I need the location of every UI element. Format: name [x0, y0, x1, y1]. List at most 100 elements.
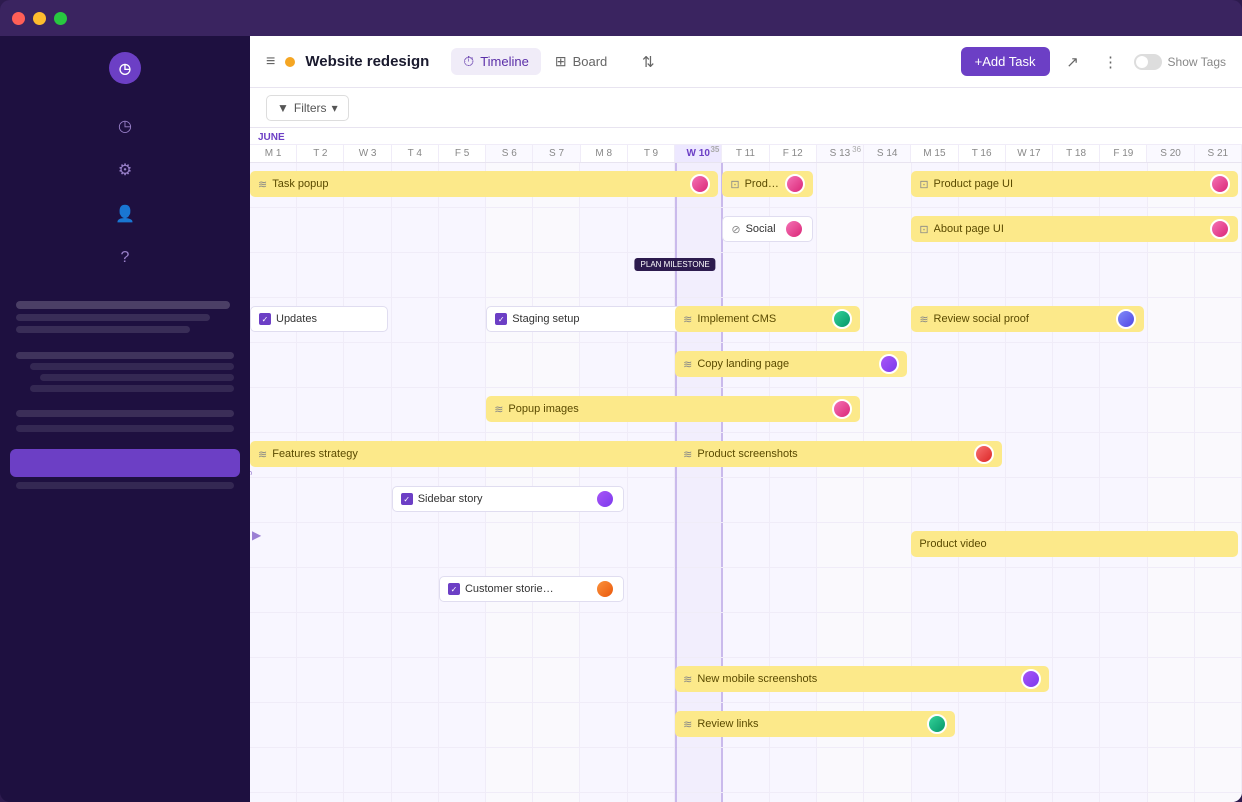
task-icon: ≋ [683, 673, 692, 686]
sidebar-icon-help[interactable]: ? [109, 242, 141, 274]
task-bar-14[interactable]: Product video [911, 531, 1238, 557]
grid-cell-10-4 [439, 613, 486, 657]
more-button[interactable]: ⋮ [1096, 47, 1126, 77]
grid-cell-11-17 [1053, 658, 1100, 702]
task-bar-17[interactable]: ≋Review links [675, 711, 954, 737]
day-header-0: M 1 [250, 145, 297, 162]
grid-cell-12-1 [297, 703, 344, 747]
task-check-icon [495, 313, 507, 325]
task-bar-5[interactable]: Updates [250, 306, 388, 332]
share-button[interactable]: ↗ [1058, 47, 1088, 77]
grid-cell-5-13 [864, 388, 911, 432]
task-bar-2[interactable]: ⊡Product page UI [911, 171, 1238, 197]
sidebar-icon-settings[interactable]: ⚙ [109, 154, 141, 186]
grid-cell-2-2 [344, 253, 391, 297]
grid-cell-11-3 [392, 658, 439, 702]
grid-cell-1-4 [439, 208, 486, 252]
grid-cell-4-20 [1195, 343, 1242, 387]
grid-cell-4-15 [959, 343, 1006, 387]
topbar-left: ≡ Website redesign ⏱ Timeline ⊞ Board ⇅ [266, 47, 949, 77]
grid-cell-5-2 [344, 388, 391, 432]
grid-cell-10-6 [533, 613, 580, 657]
grid-cell-9-19 [1148, 568, 1195, 612]
show-tags-toggle-switch[interactable] [1134, 54, 1162, 70]
sidebar-icon-clock[interactable]: ◷ [109, 110, 141, 142]
grid-cell-10-3 [392, 613, 439, 657]
menu-icon[interactable]: ≡ [266, 53, 275, 71]
task-bar-0[interactable]: ≋Task popup [250, 171, 718, 197]
grid-cell-9-16 [1006, 568, 1053, 612]
tab-board[interactable]: ⊞ Board [543, 48, 619, 75]
grid-cell-12-17 [1053, 703, 1100, 747]
grid-cell-9-13 [864, 568, 911, 612]
task-bar-9[interactable]: ≋Copy landing page [675, 351, 907, 377]
sidebar-nav-4 [30, 385, 234, 392]
grid-cell-10-17 [1053, 613, 1100, 657]
task-name: Features strategy [272, 448, 685, 460]
task-bar-11[interactable]: ≋Features strategy [250, 441, 718, 467]
filter-button[interactable]: ▼ Filters ▾ [266, 95, 349, 121]
close-button[interactable] [12, 12, 25, 25]
sidebar-nav-5 [16, 410, 234, 417]
grid-cell-11-5 [486, 658, 533, 702]
task-bar-10[interactable]: ≋Popup images [486, 396, 860, 422]
grid-cell-9-11 [770, 568, 817, 612]
grid-cell-9-14 [912, 568, 959, 612]
grid-cell-12-20 [1195, 703, 1242, 747]
grid-cell-8-3 [392, 523, 439, 567]
sidebar-active-item[interactable] [10, 449, 240, 477]
task-name: New mobile screenshots [697, 673, 1016, 685]
sidebar-logo[interactable]: ◷ [109, 52, 141, 84]
task-icon: ≋ [919, 313, 928, 326]
grid-cell-10-19 [1148, 613, 1195, 657]
task-bar-3[interactable]: ⊘Social [722, 216, 812, 242]
tab-timeline[interactable]: ⏱ Timeline [451, 48, 541, 75]
show-segments-label[interactable]: Show Segments [250, 443, 252, 515]
grid-cell-1-9 [675, 208, 723, 252]
task-bar-8[interactable]: ≋Review social proof [911, 306, 1143, 332]
task-name: Implement CMS [697, 313, 827, 325]
grid-cell-9-12 [817, 568, 864, 612]
task-bar-12[interactable]: ≋Product screenshots [675, 441, 1002, 467]
timeline-body[interactable]: PLAN MILESTONEShow Segments▶≋Task popup⊡… [250, 163, 1242, 802]
task-bar-7[interactable]: ≋Implement CMS [675, 306, 860, 332]
task-bar-15[interactable]: Customer storie… [439, 576, 624, 602]
sidebar-icon-people[interactable]: 👤 [109, 198, 141, 230]
grid-cell-8-11 [770, 523, 817, 567]
grid-cell-12-0 [250, 703, 297, 747]
task-name: Product page UI [934, 178, 1205, 190]
show-segments-arrow[interactable]: ▶ [252, 528, 261, 542]
task-bar-1[interactable]: ⊡Produc… [722, 171, 812, 197]
grid-cell-12-15 [959, 703, 1006, 747]
grid-cell-7-17 [1053, 478, 1100, 522]
timeline-row-10 [250, 613, 1242, 658]
timeline-row-9 [250, 568, 1242, 613]
grid-cell-13-18 [1100, 748, 1147, 792]
grid-cell-12-19 [1148, 703, 1195, 747]
grid-cell-1-6 [533, 208, 580, 252]
show-tags-toggle[interactable]: Show Tags [1134, 54, 1226, 70]
maximize-button[interactable] [54, 12, 67, 25]
grid-cell-10-2 [344, 613, 391, 657]
minimize-button[interactable] [33, 12, 46, 25]
task-bar-4[interactable]: ⊡About page UI [911, 216, 1238, 242]
milestone-row: PLAN MILESTONE [635, 258, 716, 271]
task-name: Product screenshots [697, 448, 968, 460]
day-header-20: S 21 [1195, 145, 1242, 162]
grid-cell-6-20 [1195, 433, 1242, 477]
day-header-9: 35W 10 [675, 145, 722, 162]
grid-cell-11-20 [1195, 658, 1242, 702]
sidebar-nav-1 [16, 352, 234, 359]
add-task-button[interactable]: +Add Task [961, 47, 1050, 76]
grid-cell-7-10 [723, 478, 770, 522]
task-avatar [1021, 669, 1041, 689]
sort-button[interactable]: ⇅ [633, 47, 663, 77]
grid-cell-3-13 [864, 298, 911, 342]
task-bar-16[interactable]: ≋ New mobile screenshots [675, 666, 1049, 692]
task-bar-13[interactable]: Sidebar story [392, 486, 624, 512]
traffic-lights [12, 12, 67, 25]
task-avatar [879, 354, 899, 374]
grid-cell-11-4 [439, 658, 486, 702]
sidebar-placeholder-2 [16, 314, 210, 321]
task-name: Produc… [745, 178, 780, 190]
